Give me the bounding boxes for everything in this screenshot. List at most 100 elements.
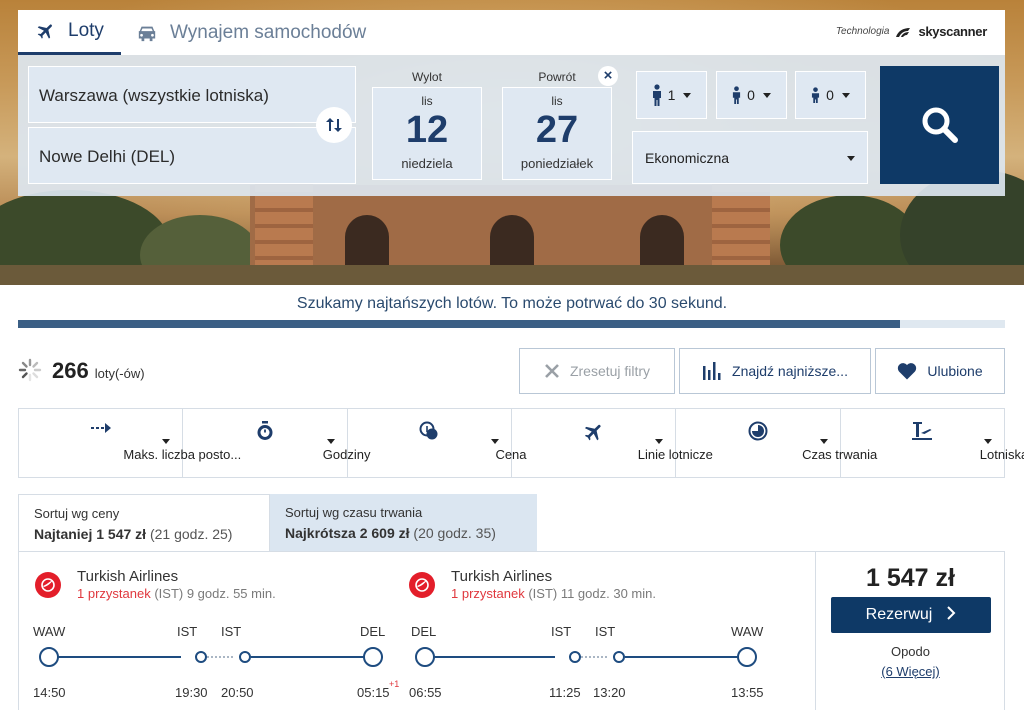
filter-airports-label: Lotniska bbox=[979, 447, 1024, 462]
skyscanner-logo-icon bbox=[894, 26, 914, 38]
return-day: 27 bbox=[535, 109, 579, 151]
outbound-code-3: DEL bbox=[360, 624, 386, 639]
chevron-down-icon bbox=[683, 92, 692, 98]
sort-by-duration-tab[interactable]: Sortuj wg czasu trwania Najkrótsza 2 609… bbox=[270, 494, 537, 551]
adult-person-icon bbox=[652, 84, 662, 106]
close-icon bbox=[544, 363, 560, 379]
inbound-destination-node bbox=[737, 647, 757, 667]
reset-filters-label: Zresetuj filtry bbox=[569, 363, 651, 379]
book-button[interactable]: Rezerwuj bbox=[831, 597, 991, 633]
outbound-stop-node bbox=[239, 651, 251, 663]
filter-airlines[interactable]: Linie lotnicze bbox=[512, 409, 713, 477]
swap-button[interactable] bbox=[316, 107, 352, 143]
outbound-code-2: IST bbox=[221, 624, 242, 639]
find-lowest-button[interactable]: Znajdź najniższe... bbox=[679, 348, 871, 394]
depart-date-box[interactable]: lis 12 niedziela bbox=[372, 87, 482, 180]
infants-count: 0 bbox=[826, 87, 834, 103]
destination-field[interactable]: Nowe Delhi (DEL) bbox=[28, 127, 356, 184]
sort-price-value: 1 547 zł bbox=[96, 526, 147, 542]
outbound-time-0: 14:50 bbox=[33, 685, 66, 700]
flight-result-card[interactable]: Turkish Airlines 1 przystanek (IST) 9 go… bbox=[18, 551, 1005, 710]
clear-return-close-icon[interactable]: × bbox=[598, 66, 618, 86]
return-date[interactable]: Powrót lis 27 poniedziałek bbox=[498, 66, 616, 184]
chevron-down-icon bbox=[162, 439, 171, 444]
return-date-box[interactable]: lis 27 poniedziałek bbox=[502, 87, 612, 180]
plane-icon bbox=[512, 421, 675, 443]
booking-agent: Opodo bbox=[890, 644, 931, 659]
car-icon bbox=[136, 23, 158, 43]
search-icon bbox=[919, 104, 961, 146]
filter-duration[interactable]: Czas trwania bbox=[676, 409, 877, 477]
infants-select[interactable]: 0 bbox=[795, 71, 866, 119]
result-price: 1 547 zł bbox=[866, 564, 955, 592]
filter-price[interactable]: Cena bbox=[348, 409, 527, 477]
sort-by-duration-title: Sortuj wg czasu trwania bbox=[285, 505, 423, 520]
tab-flights-label: Loty bbox=[68, 20, 104, 41]
filter-stops[interactable]: Maks. liczba posto... bbox=[19, 409, 241, 477]
hero-ground bbox=[0, 265, 1024, 285]
destination-value: Nowe Delhi (DEL) bbox=[39, 147, 176, 166]
inbound-code-1: IST bbox=[551, 624, 572, 639]
search-progress-text: Szukamy najtańszych lotów. To może potrw… bbox=[296, 295, 728, 312]
cabin-class-select[interactable]: Ekonomiczna bbox=[632, 131, 868, 184]
chevron-down-icon bbox=[841, 92, 850, 98]
find-lowest-label: Znajdź najniższe... bbox=[732, 363, 848, 379]
sort-price-prefix: Najtaniej bbox=[34, 526, 93, 542]
outbound-stops-detail: (IST) 9 godz. 55 min. bbox=[154, 586, 276, 601]
book-button-label: Rezerwuj bbox=[865, 606, 933, 623]
child-person-icon bbox=[732, 86, 741, 104]
bar-chart-icon bbox=[702, 362, 722, 380]
outbound-layover-line bbox=[207, 656, 233, 658]
children-count: 0 bbox=[747, 87, 755, 103]
plane-icon bbox=[36, 21, 56, 41]
outbound-leg: Turkish Airlines 1 przystanek (IST) 9 go… bbox=[33, 552, 415, 710]
search-progress-fill bbox=[18, 320, 901, 328]
search-button[interactable] bbox=[880, 66, 999, 184]
adults-count: 1 bbox=[667, 87, 676, 103]
outbound-destination-node bbox=[363, 647, 383, 667]
inbound-time-0: 06:55 bbox=[409, 685, 442, 700]
outbound-time-1: 19:30 bbox=[175, 685, 208, 700]
chevron-down-icon bbox=[819, 439, 828, 444]
children-select[interactable]: 0 bbox=[716, 71, 787, 119]
powered-by-label: Technologia bbox=[835, 26, 890, 37]
inbound-stops: 1 przystanek (IST) 11 godz. 30 min. bbox=[451, 586, 656, 601]
return-month: lis bbox=[551, 94, 563, 108]
loading-spinner-icon bbox=[18, 358, 42, 382]
outbound-airline: Turkish Airlines bbox=[77, 568, 179, 585]
sort-duration-prefix: Najkrótsza bbox=[285, 525, 356, 541]
powered-by: Technologia skyscanner bbox=[836, 24, 987, 39]
more-offers-link[interactable]: (6 Więcej) bbox=[816, 664, 1005, 679]
clock-icon bbox=[676, 421, 839, 441]
filter-airports[interactable]: Lotniska bbox=[841, 409, 1024, 477]
depart-month: lis bbox=[421, 94, 433, 108]
sort-duration-detail: (20 godz. 35) bbox=[413, 525, 496, 541]
tab-car-rental[interactable]: Wynajem samochodów bbox=[136, 10, 366, 55]
reset-filters-button[interactable]: Zresetuj filtry bbox=[519, 348, 675, 394]
inbound-time-2: 13:20 bbox=[593, 685, 626, 700]
filter-hours[interactable]: Godziny bbox=[183, 409, 371, 477]
infant-person-icon bbox=[811, 87, 820, 103]
price-column: 1 547 zł Rezerwuj Opodo (6 Więcej) bbox=[815, 552, 1005, 710]
chevron-down-icon bbox=[655, 439, 664, 444]
tab-flights[interactable]: Loty bbox=[18, 10, 121, 55]
inbound-code-3: WAW bbox=[731, 624, 764, 639]
inbound-time-3: 13:55 bbox=[731, 685, 764, 700]
turkish-airlines-logo-icon bbox=[35, 572, 61, 598]
return-weekday: poniedziałek bbox=[520, 156, 594, 171]
next-day-badge: +1 bbox=[389, 679, 400, 689]
chevron-down-icon bbox=[490, 439, 499, 444]
search-panel: Loty Wynajem samochodów Technologia skys… bbox=[18, 10, 1005, 196]
inbound-code-0: DEL bbox=[411, 624, 437, 639]
origin-field[interactable]: Warszawa (wszystkie lotniska) bbox=[28, 66, 356, 123]
favorites-button[interactable]: Ulubione bbox=[875, 348, 1005, 394]
sort-by-price-tab[interactable]: Sortuj wg ceny Najtaniej 1 547 zł (21 go… bbox=[18, 494, 270, 551]
outbound-stop-node bbox=[195, 651, 207, 663]
depart-date[interactable]: Wylot lis 12 niedziela bbox=[368, 66, 486, 184]
inbound-stop-node bbox=[569, 651, 581, 663]
sort-by-duration-summary: Najkrótsza 2 609 zł (20 godz. 35) bbox=[285, 525, 537, 541]
adults-select[interactable]: 1 bbox=[636, 71, 707, 119]
inbound-segment-line bbox=[625, 656, 749, 658]
tab-car-rental-label: Wynajem samochodów bbox=[170, 21, 367, 43]
results-count-unit: loty(-ów) bbox=[94, 366, 145, 381]
